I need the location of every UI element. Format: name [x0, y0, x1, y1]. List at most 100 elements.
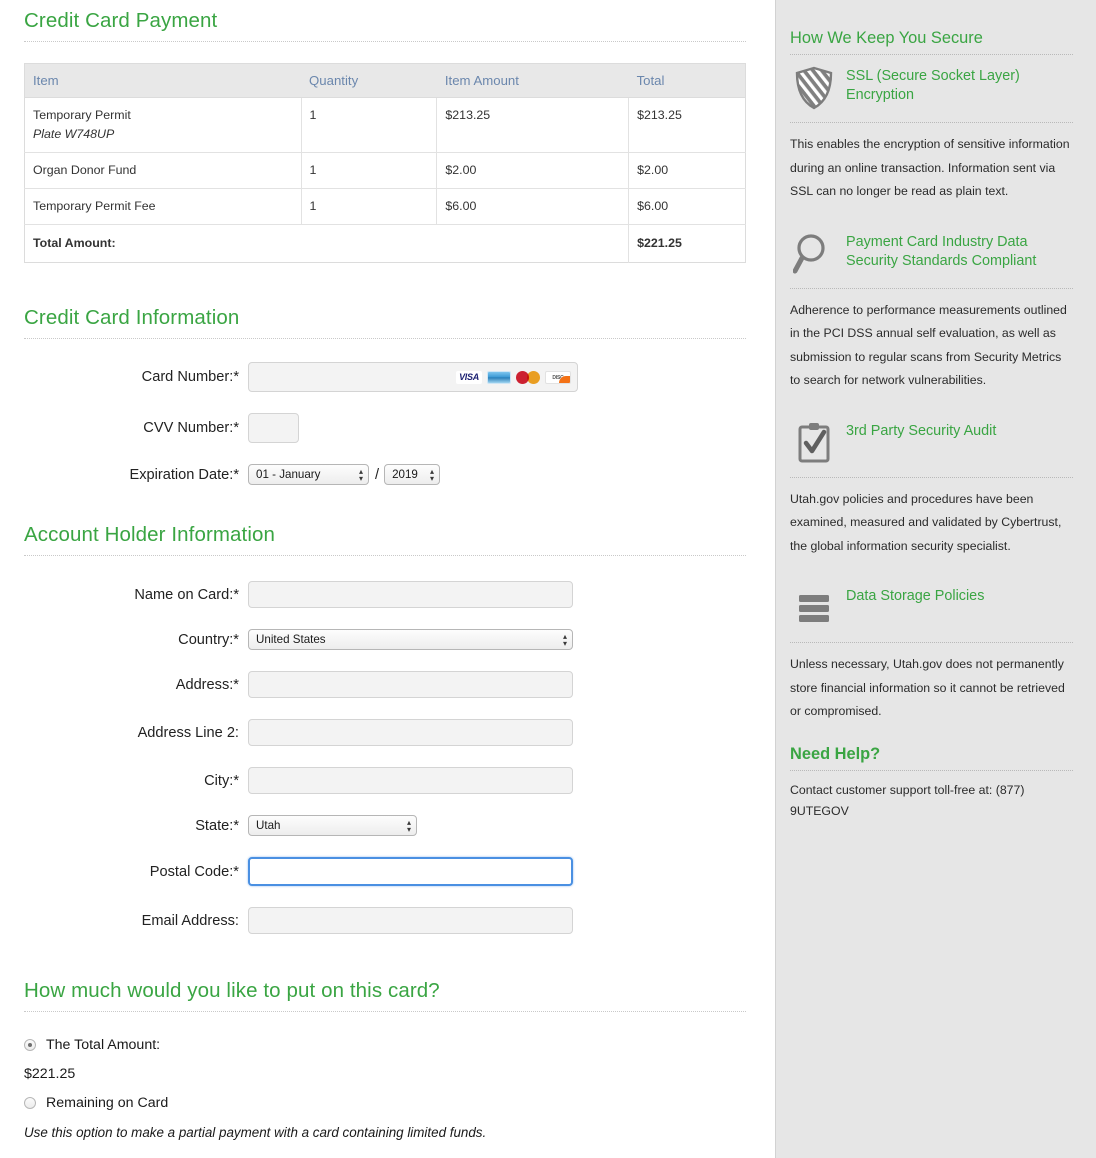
country-select[interactable]: United States [248, 629, 573, 650]
cvv-input[interactable] [248, 413, 299, 443]
table-body: Temporary Permit Plate W748UP 1 $213.25 … [24, 97, 746, 263]
sidebar-item-storage: Data Storage Policies [790, 584, 1072, 632]
expiration-year-select[interactable]: 2019 [384, 464, 441, 485]
state-wrap: Utah ▴ ▾ [248, 815, 417, 836]
radio-total-amount[interactable] [24, 1039, 36, 1051]
card-number-input[interactable]: VISA DISC [248, 362, 578, 392]
email-address-input[interactable] [248, 907, 573, 934]
address-line-2-input[interactable] [248, 719, 573, 746]
sidebar-pci-divider [790, 287, 1073, 289]
title-divider [24, 41, 746, 42]
cell-amount: $2.00 [436, 152, 630, 189]
sidebar-secure-title: How We Keep You Secure [790, 29, 983, 47]
expiration-separator: / [375, 466, 380, 483]
column-header-amount: Item Amount [436, 63, 629, 98]
state-select[interactable]: Utah [248, 815, 417, 836]
credit-card-divider [24, 338, 746, 339]
sidebar-pci-title: Payment Card Industry Data Security Stan… [846, 233, 1037, 269]
card-number-label: Card Number:* [141, 369, 239, 385]
credit-card-section-title: Credit Card Information [24, 306, 240, 329]
sidebar-pci-text: Adherence to performance measurements ou… [790, 302, 1067, 388]
address-line-2-label: Address Line 2: [137, 724, 239, 741]
sidebar-ssl-text: This enables the encryption of sensitive… [790, 137, 1070, 198]
order-summary-table: Item Quantity Item Amount Total Temporar… [24, 63, 746, 263]
field-row-state: State:* Utah ▴ ▾ [24, 815, 747, 836]
sidebar-audit-divider [790, 476, 1073, 478]
field-row-country: Country:* United States ▴ ▾ [24, 629, 747, 650]
radio-option-remaining[interactable]: Remaining on Card [24, 1095, 747, 1111]
security-sidebar: How We Keep You Secure SSL (Secure Socke… [775, 0, 1096, 1158]
email-address-label: Email Address: [141, 912, 239, 929]
table-row: Temporary Permit Fee 1 $6.00 $6.00 [24, 188, 746, 225]
radio-remaining-on-card-label: Remaining on Card [46, 1095, 169, 1111]
total-amount-value: $221.25 [24, 1066, 76, 1082]
city-input[interactable] [248, 767, 573, 794]
address-label: Address:* [175, 676, 239, 693]
column-header-item: Item [24, 63, 302, 98]
cell-quantity: 1 [301, 97, 438, 153]
credit-card-form: Card Number:* VISA DISC CVV Number:* Exp… [24, 362, 747, 485]
sidebar-item-ssl: SSL (Secure Socket Layer) Encryption [790, 64, 1072, 112]
postal-code-label: Postal Code:* [149, 863, 239, 880]
column-header-quantity: Quantity [301, 63, 437, 98]
cell-item: Temporary Permit Fee [24, 188, 302, 225]
sidebar-item-audit: 3rd Party Security Audit [790, 419, 1072, 467]
expiration-month-select[interactable]: 01 - January [248, 464, 369, 485]
account-holder-section-title: Account Holder Information [24, 523, 276, 546]
country-label: Country:* [178, 631, 239, 648]
cell-item: Organ Donor Fund [24, 152, 302, 189]
table-header-row: Item Quantity Item Amount Total [24, 63, 746, 98]
name-on-card-input[interactable] [248, 581, 573, 608]
visa-icon: VISA [456, 370, 482, 384]
amex-icon [487, 370, 511, 384]
item-subtext: Plate W748UP [33, 127, 115, 141]
field-row-address: Address:* [24, 671, 747, 698]
radio-total-amount-label: The Total Amount: [46, 1037, 161, 1053]
cell-item: Temporary Permit Plate W748UP [24, 97, 302, 153]
sidebar-storage-divider [790, 642, 1073, 643]
sidebar-item-pci: Payment Card Industry Data Security Stan… [790, 230, 1072, 278]
field-row-email: Email Address: [24, 907, 747, 934]
field-row-postal: Postal Code:* [24, 857, 747, 886]
sidebar-storage-title: Data Storage Policies [846, 588, 985, 604]
item-name: Temporary Permit [33, 108, 131, 122]
cell-total: $6.00 [628, 188, 746, 225]
sidebar-storage-text: Unless necessary, Utah.gov does not perm… [790, 657, 1065, 718]
table-total-row: Total Amount: $221.25 [25, 224, 746, 263]
sidebar-help-divider [790, 769, 1073, 771]
radio-option-total[interactable]: The Total Amount: [24, 1037, 747, 1053]
expiration-label: Expiration Date:* [129, 466, 239, 483]
cell-amount: $213.25 [436, 97, 630, 153]
sidebar-help-title: Need Help? [790, 744, 881, 763]
state-label: State:* [195, 817, 239, 834]
main-content: Credit Card Payment Item Quantity Item A… [0, 0, 775, 1158]
page-title: Credit Card Payment [24, 9, 218, 32]
partial-payment-hint: Use this option to make a partial paymen… [24, 1125, 487, 1140]
field-row-address2: Address Line 2: [24, 719, 747, 746]
cell-total: $213.25 [628, 97, 746, 153]
column-header-total: Total [628, 63, 746, 98]
table-head: Item Quantity Item Amount Total [24, 63, 746, 98]
amount-divider [24, 1011, 746, 1012]
postal-code-input[interactable] [248, 857, 573, 886]
discover-icon: DISC [545, 370, 571, 384]
radio-remaining-on-card[interactable] [24, 1097, 36, 1109]
expiration-month-wrap: 01 - January ▴ ▾ [248, 464, 369, 485]
field-row-card-number: Card Number:* VISA DISC [24, 362, 747, 392]
total-value: $221.25 [628, 224, 746, 263]
database-icon [790, 584, 838, 632]
field-row-expiration: Expiration Date:* 01 - January ▴ ▾ / 2019… [24, 464, 747, 485]
field-row-city: City:* [24, 767, 747, 794]
cell-total: $2.00 [628, 152, 746, 189]
country-wrap: United States ▴ ▾ [248, 629, 573, 650]
name-on-card-label: Name on Card:* [134, 586, 239, 603]
sidebar-secure-divider [790, 54, 1073, 55]
mastercard-icon [516, 370, 540, 384]
field-row-cvv: CVV Number:* [24, 413, 747, 443]
amount-section-title: How much would you like to put on this c… [24, 979, 440, 1002]
address-input[interactable] [248, 671, 573, 698]
field-row-name: Name on Card:* [24, 581, 747, 608]
table-row: Temporary Permit Plate W748UP 1 $213.25 … [24, 97, 746, 153]
